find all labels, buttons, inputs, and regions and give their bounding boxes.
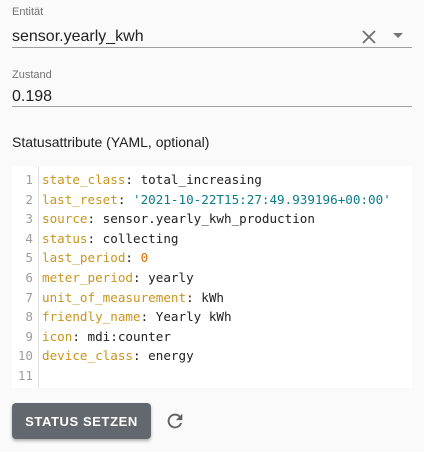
- yaml-value: Yearly kWh: [155, 309, 232, 325]
- line-number: 9: [25, 328, 33, 344]
- editor-line[interactable]: 6 meter_period: yearly: [12, 268, 412, 288]
- editor-line[interactable]: 11: [12, 366, 412, 386]
- editor-line[interactable]: 10 device_class: energy: [12, 346, 412, 366]
- line-code: device_class: energy: [42, 348, 194, 364]
- yaml-key: unit_of_measurement: [42, 289, 187, 305]
- set-state-button[interactable]: STATUS SETZEN: [12, 403, 151, 439]
- line-code: last_reset: '2021-10-22T15:27:49.939196+…: [42, 191, 391, 207]
- yaml-value: total_increasing: [140, 172, 262, 187]
- yaml-key: icon: [42, 328, 73, 344]
- state-input[interactable]: 0.198: [12, 87, 52, 107]
- line-number: 5: [25, 250, 33, 266]
- editor-line[interactable]: 2 last_reset: '2021-10-22T15:27:49.939196…: [12, 190, 412, 210]
- entity-underline: [12, 47, 412, 48]
- yaml-key: status: [42, 230, 88, 246]
- arrow-drop-down-icon[interactable]: [392, 32, 404, 40]
- yaml-key: source: [42, 211, 88, 227]
- line-number: 6: [25, 270, 33, 285]
- yaml-key: device_class: [42, 348, 133, 364]
- state-label: Zustand: [12, 69, 52, 81]
- line-number: 1: [25, 172, 33, 187]
- entity-field[interactable]: Entität sensor.yearly_kwh: [12, 5, 412, 48]
- editor-line[interactable]: 4 status: collecting: [12, 229, 412, 249]
- yaml-key: state_class: [42, 172, 126, 187]
- editor-line[interactable]: 5 last_period: 0: [12, 248, 412, 268]
- editor-line[interactable]: 9 icon: mdi:counter: [12, 327, 412, 347]
- line-number: 7: [25, 289, 33, 305]
- attributes-title: Statusattribute (YAML, optional): [12, 134, 210, 150]
- line-number: 3: [25, 211, 33, 227]
- refresh-icon[interactable]: [164, 410, 186, 432]
- line-code: friendly_name: Yearly kWh: [42, 309, 232, 325]
- yaml-value: 0: [140, 250, 149, 266]
- yaml-value: kWh: [201, 289, 224, 305]
- yaml-key: last_period: [42, 250, 126, 266]
- yaml-value: collecting: [102, 230, 179, 246]
- line-code: source: sensor.yearly_kwh_production: [42, 211, 315, 227]
- editor-line[interactable]: 1 state_class: total_increasing: [12, 170, 412, 190]
- yaml-editor[interactable]: 1 state_class: total_increasing 2 last_rese…: [12, 166, 412, 388]
- entity-input[interactable]: sensor.yearly_kwh: [12, 27, 144, 47]
- line-number: 4: [25, 230, 33, 246]
- line-number: 2: [25, 191, 33, 207]
- line-code: state_class: total_increasing: [42, 172, 262, 187]
- yaml-value: '2021-10-22T15:27:49.939196+00:00': [133, 191, 391, 207]
- line-number: 10: [17, 348, 33, 364]
- line-code: last_period: 0: [42, 250, 149, 266]
- editor-line[interactable]: 3 source: sensor.yearly_kwh_production: [12, 209, 412, 229]
- line-number: 8: [25, 309, 33, 325]
- line-code: meter_period: yearly: [42, 270, 194, 285]
- state-field[interactable]: Zustand 0.198: [12, 68, 412, 108]
- line-number: 11: [17, 368, 33, 383]
- line-code: status: collecting: [42, 230, 179, 246]
- state-underline: [12, 106, 412, 107]
- yaml-key: meter_period: [42, 270, 133, 285]
- yaml-value: mdi:counter: [87, 328, 171, 344]
- editor-line[interactable]: 7 unit_of_measurement: kWh: [12, 288, 412, 308]
- editor-line[interactable]: 8 friendly_name: Yearly kWh: [12, 307, 412, 327]
- yaml-key: last_reset: [42, 191, 118, 207]
- yaml-value: energy: [148, 348, 194, 364]
- close-icon[interactable]: [360, 28, 378, 46]
- line-code: icon: mdi:counter: [42, 328, 171, 344]
- yaml-value: yearly: [148, 270, 194, 285]
- entity-label: Entität: [12, 6, 44, 18]
- line-code: unit_of_measurement: kWh: [42, 289, 224, 305]
- yaml-key: friendly_name: [42, 309, 141, 325]
- yaml-value: sensor.yearly_kwh_production: [102, 211, 315, 227]
